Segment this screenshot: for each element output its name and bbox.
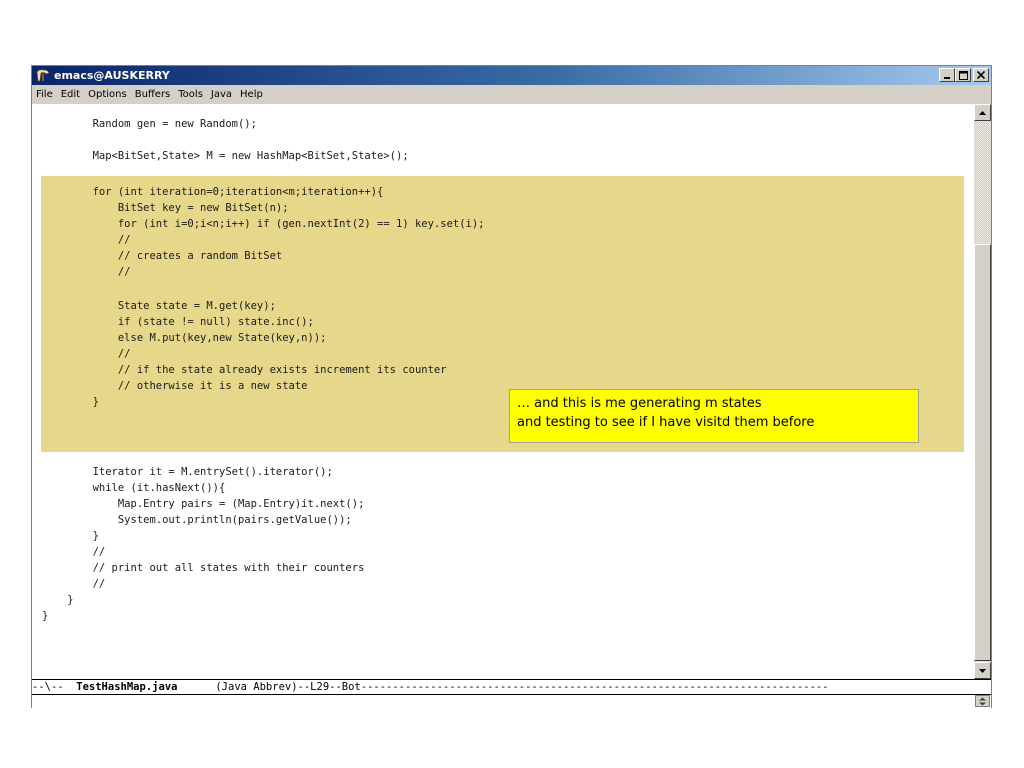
code-line: for (int iteration=0;iteration<m;iterati… <box>42 186 384 198</box>
code-line: // print out all states with their count… <box>42 562 365 574</box>
scroll-down-button[interactable] <box>974 662 991 679</box>
mode-line: --\-- TestHashMap.java (Java Abbrev)--L2… <box>32 679 991 695</box>
code-line: BitSet key = new BitSet(n); <box>42 202 289 214</box>
code-line: Map.Entry pairs = (Map.Entry)it.next(); <box>42 498 365 510</box>
minimize-button[interactable] <box>939 68 955 82</box>
code-line: else M.put(key,new State(key,n)); <box>42 332 327 344</box>
code-line: Random gen = new Random(); <box>42 118 257 130</box>
code-line: System.out.println(pairs.getValue()); <box>42 514 352 526</box>
scroll-up-icon <box>979 110 986 115</box>
modeline-mode: (Java Abbrev)--L29--Bot-----------------… <box>177 681 829 693</box>
minimize-icon <box>944 77 950 79</box>
title-bar[interactable]: emacs@AUSKERRY <box>32 66 991 85</box>
modeline-filename: TestHashMap.java <box>76 681 178 693</box>
vertical-scrollbar[interactable] <box>974 104 991 679</box>
callout-line-1: … and this is me generating m states <box>517 396 762 411</box>
menu-help[interactable]: Help <box>236 89 267 100</box>
scroll-down-icon <box>979 668 986 673</box>
emacs-gnu-icon <box>35 68 51 83</box>
maximize-button[interactable] <box>955 68 971 82</box>
code-editor[interactable]: Random gen = new Random(); Map<BitSet,St… <box>32 104 974 679</box>
code-line: // <box>42 546 106 558</box>
close-button[interactable] <box>973 68 989 82</box>
code-line: Map<BitSet,State> M = new HashMap<BitSet… <box>42 150 409 162</box>
annotation-callout: … and this is me generating m states and… <box>509 389 919 443</box>
code-line: } <box>42 396 99 408</box>
maximize-icon <box>958 70 968 80</box>
code-line: // <box>42 266 131 278</box>
close-icon <box>977 71 985 79</box>
menu-tools[interactable]: Tools <box>174 89 207 100</box>
menu-java[interactable]: Java <box>207 89 236 100</box>
code-line: // <box>42 234 131 246</box>
menu-bar: File Edit Options Buffers Tools Java Hel… <box>32 85 991 104</box>
code-line: } <box>42 610 49 622</box>
menu-options[interactable]: Options <box>84 89 131 100</box>
scroll-up-button[interactable] <box>974 104 991 121</box>
modeline-status: --\-- <box>32 681 77 693</box>
window-controls <box>939 68 989 83</box>
code-line: // otherwise it is a new state <box>42 380 308 392</box>
menu-edit[interactable]: Edit <box>57 89 84 100</box>
code-line: // <box>42 348 131 360</box>
emacs-window: emacs@AUSKERRY File Edit Options Buffers… <box>31 65 992 708</box>
callout-line-2: and testing to see if I have visitd them… <box>517 415 815 430</box>
minibuffer[interactable] <box>32 695 991 708</box>
scroll-thumb[interactable] <box>974 244 991 661</box>
code-line: } <box>42 530 99 542</box>
minibuffer-spinner[interactable] <box>975 695 990 707</box>
code-line: // creates a random BitSet <box>42 250 283 262</box>
window-title: emacs@AUSKERRY <box>54 69 170 82</box>
menu-file[interactable]: File <box>32 89 57 100</box>
code-line: for (int i=0;i<n;i++) if (gen.nextInt(2)… <box>42 218 485 230</box>
code-line: // <box>42 578 106 590</box>
spinner-arrows-icon <box>979 697 986 705</box>
code-line: // if the state already exists increment… <box>42 364 447 376</box>
code-line: if (state != null) state.inc(); <box>42 316 314 328</box>
menu-buffers[interactable]: Buffers <box>131 89 175 100</box>
code-line: Iterator it = M.entrySet().iterator(); <box>42 466 333 478</box>
code-line: State state = M.get(key); <box>42 300 276 312</box>
code-line: while (it.hasNext()){ <box>42 482 226 494</box>
code-line: } <box>42 594 74 606</box>
